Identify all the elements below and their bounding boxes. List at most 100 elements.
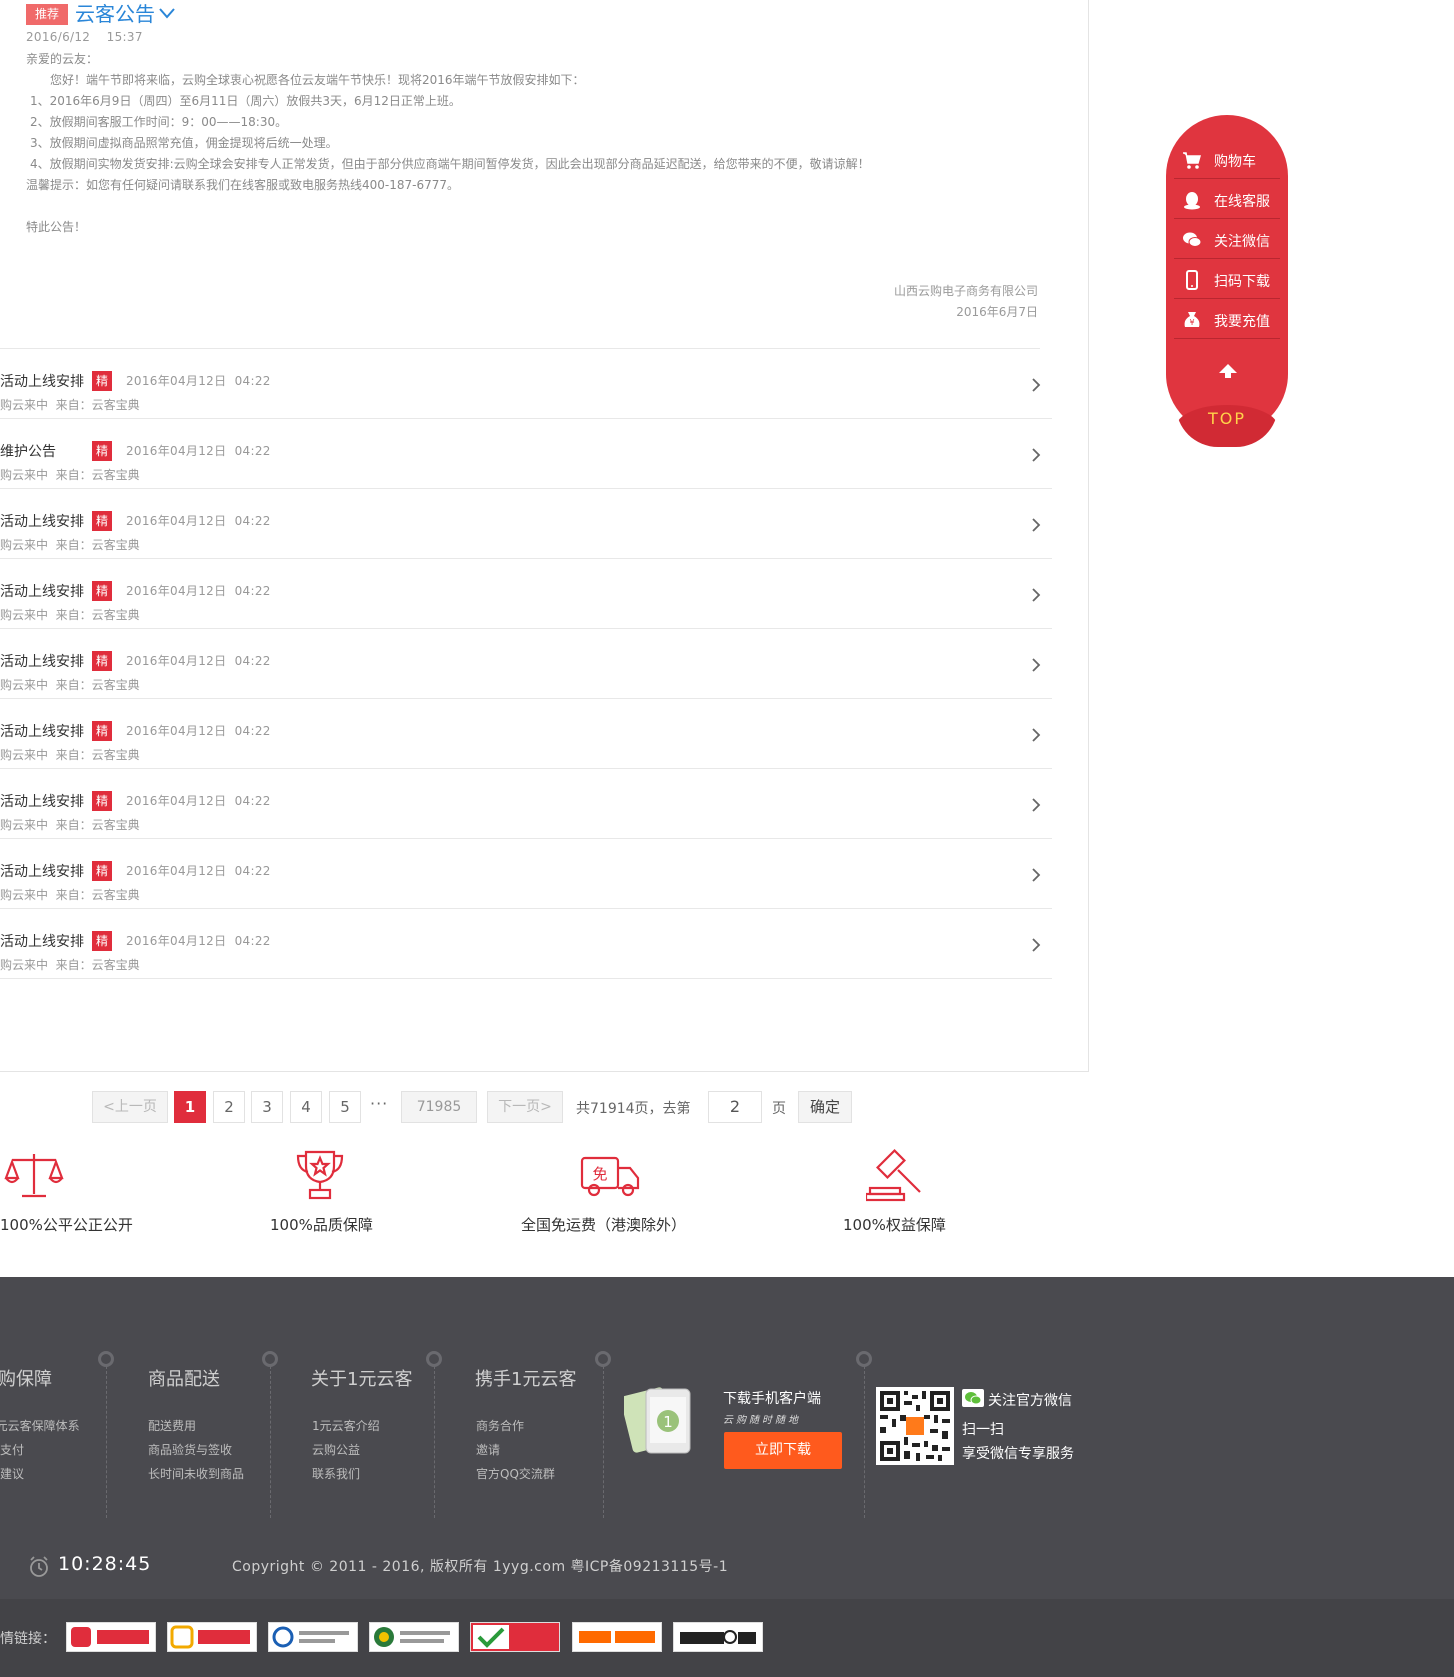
list-item-date: 2016年04月12日 04:22: [126, 724, 271, 738]
chevron-right-icon[interactable]: [1030, 516, 1042, 534]
list-item-title[interactable]: 活动上线安排: [0, 931, 84, 951]
signature-company: 山西云购电子商务有限公司: [893, 284, 1038, 298]
trust-badge-pingan-bank[interactable]: [572, 1622, 662, 1652]
trust-badge-sincere-site[interactable]: [66, 1622, 156, 1652]
announcement-item: 1、2016年6月9日（周四）至6月11日（周六）放假共3天，6月12日正常上班…: [30, 94, 461, 108]
footer-divider: [106, 1366, 107, 1518]
footer-link[interactable]: 邀请: [476, 1441, 500, 1458]
qq-icon: [1184, 192, 1200, 210]
list-item-title[interactable]: 活动上线安排: [0, 581, 84, 601]
download-title: 下载手机客户端: [723, 1391, 821, 1407]
svg-text:1: 1: [663, 1413, 673, 1431]
announcement-tip: 温馨提示：如您有任何疑问请联系我们在线客服或致电服务热线400-187-6777…: [26, 178, 460, 192]
page-2-button[interactable]: 2: [213, 1091, 245, 1123]
footer-link[interactable]: 商品验货与签收: [148, 1441, 232, 1458]
list-item[interactable]: 活动上线安排 精 2016年04月12日 04:22 购云来中 来自：云客宝典: [0, 909, 1052, 979]
footer-divider: [864, 1366, 865, 1518]
download-button[interactable]: 立即下载: [724, 1432, 842, 1469]
page-5-button[interactable]: 5: [329, 1091, 361, 1123]
page-1-button[interactable]: 1: [174, 1091, 206, 1123]
list-item-title[interactable]: 活动上线安排: [0, 721, 84, 741]
pingan-bank-logo: [579, 1631, 655, 1643]
list-item[interactable]: 活动上线安排 精 2016年04月12日 04:22 购云来中 来自：云客宝典: [0, 839, 1052, 909]
footer-link[interactable]: 配送费用: [148, 1417, 196, 1434]
next-page-button[interactable]: 下一页>: [487, 1091, 563, 1123]
page-3-button[interactable]: 3: [251, 1091, 283, 1123]
guarantee-label: 100%公平公正公开: [0, 1216, 133, 1234]
featured-tag: 精: [92, 861, 112, 881]
total-pages-text: 共71914页，去第: [576, 1101, 691, 1117]
featured-tag: 精: [92, 931, 112, 951]
list-item-meta: 购云来中 来自：云客宝典: [0, 608, 140, 622]
sidebar-item-service[interactable]: 在线客服: [1174, 181, 1280, 219]
clock-time: 10:28:45: [58, 1553, 152, 1575]
chevron-right-icon[interactable]: [1030, 726, 1042, 744]
list-item[interactable]: 活动上线安排 精 2016年04月12日 04:22 购云来中 来自：云客宝典: [0, 489, 1052, 559]
footer-link[interactable]: 安全支付: [0, 1441, 24, 1458]
cart-icon: [1183, 152, 1201, 169]
chevron-down-icon[interactable]: [158, 6, 176, 20]
footer-link[interactable]: 云购公益: [312, 1441, 360, 1458]
list-item[interactable]: 活动上线安排 精 2016年04月12日 04:22 购云来中 来自：云客宝典: [0, 349, 1052, 419]
footer-link[interactable]: 1元云客介绍: [312, 1417, 380, 1434]
list-item-date: 2016年04月12日 04:22: [126, 374, 271, 388]
footer-link[interactable]: 官方QQ交流群: [476, 1465, 555, 1482]
last-page-button[interactable]: 71985: [401, 1091, 477, 1123]
announcement-title[interactable]: 云客公告: [75, 1, 155, 27]
list-item-title[interactable]: 活动上线安排: [0, 861, 84, 881]
download-subtitle: 云购随时随地: [723, 1415, 801, 1426]
featured-tag: 精: [92, 651, 112, 671]
sidebar-item-wechat[interactable]: 关注微信: [1174, 221, 1280, 259]
footer-column-title: 商品配送: [148, 1369, 220, 1390]
footer-link[interactable]: 商务合作: [476, 1417, 524, 1434]
trust-badge-credible-site[interactable]: [167, 1622, 257, 1652]
announcement-intro: 您好！端午节即将来临，云购全球衷心祝愿各位云友端午节快乐！现将2016年端午节放…: [50, 73, 585, 87]
trust-badge-cctv[interactable]: [673, 1622, 763, 1652]
featured-tag: 精: [92, 511, 112, 531]
arrow-up-icon[interactable]: [1218, 362, 1238, 380]
announcement-closing: 特此公告！: [26, 220, 87, 234]
footer-link[interactable]: 长时间未收到商品: [148, 1465, 244, 1482]
trust-badge-ecommerce-assoc[interactable]: [268, 1622, 358, 1652]
chevron-right-icon[interactable]: [1030, 446, 1042, 464]
chevron-right-icon[interactable]: [1030, 376, 1042, 394]
list-item[interactable]: 活动上线安排 精 2016年04月12日 04:22 购云来中 来自：云客宝典: [0, 769, 1052, 839]
back-to-top-label: TOP: [1207, 409, 1246, 428]
trust-badge-anxinbao[interactable]: [470, 1622, 560, 1652]
chevron-right-icon[interactable]: [1030, 866, 1042, 884]
sidebar-item-download[interactable]: 扫码下载: [1174, 261, 1280, 299]
wechat-scan-text: 扫一扫: [962, 1422, 1004, 1438]
list-item[interactable]: 活动上线安排 精 2016年04月12日 04:22 购云来中 来自：云客宝典: [0, 559, 1052, 629]
trust-links-label: 友情链接：: [0, 1631, 56, 1647]
back-to-top-button[interactable]: TOP: [1176, 405, 1278, 447]
trust-badge-market-supervision[interactable]: [369, 1622, 459, 1652]
svg-text:免: 免: [592, 1165, 607, 1183]
footer-link[interactable]: 联系我们: [312, 1465, 360, 1482]
chevron-right-icon[interactable]: [1030, 656, 1042, 674]
list-item-title[interactable]: 活动上线安排: [0, 791, 84, 811]
chevron-right-icon[interactable]: [1030, 936, 1042, 954]
list-item-title[interactable]: 活动上线安排: [0, 651, 84, 671]
goto-page-input[interactable]: 2: [708, 1091, 762, 1123]
list-item-title[interactable]: 活动上线安排: [0, 511, 84, 531]
footer-column-title: 云购保障: [0, 1369, 52, 1390]
list-item[interactable]: 活动上线安排 精 2016年04月12日 04:22 购云来中 来自：云客宝典: [0, 629, 1052, 699]
list-item[interactable]: 维护公告 精 2016年04月12日 04:22 购云来中 来自：云客宝典: [0, 419, 1052, 489]
page-4-button[interactable]: 4: [290, 1091, 322, 1123]
announcement-date: 2016/6/12 15:37: [26, 30, 143, 44]
divider-dot: [98, 1351, 114, 1367]
sidebar-item-cart[interactable]: 购物车: [1174, 141, 1280, 179]
list-item-date: 2016年04月12日 04:22: [126, 864, 271, 878]
list-item[interactable]: 活动上线安排 精 2016年04月12日 04:22 购云来中 来自：云客宝典: [0, 699, 1052, 769]
chevron-right-icon[interactable]: [1030, 586, 1042, 604]
prev-page-button[interactable]: <上一页: [92, 1091, 168, 1123]
anxinbao-logo: [471, 1623, 559, 1651]
confirm-button[interactable]: 确定: [798, 1091, 852, 1123]
list-item-title[interactable]: 活动上线安排: [0, 371, 84, 391]
sidebar-item-recharge[interactable]: ¥ 我要充值: [1174, 301, 1280, 339]
chevron-right-icon[interactable]: [1030, 796, 1042, 814]
footer-link[interactable]: 投诉建议: [0, 1465, 24, 1482]
page-suffix: 页: [772, 1101, 786, 1117]
footer-link[interactable]: 1元云客保障体系: [0, 1417, 80, 1434]
list-item-title[interactable]: 维护公告: [0, 441, 56, 461]
